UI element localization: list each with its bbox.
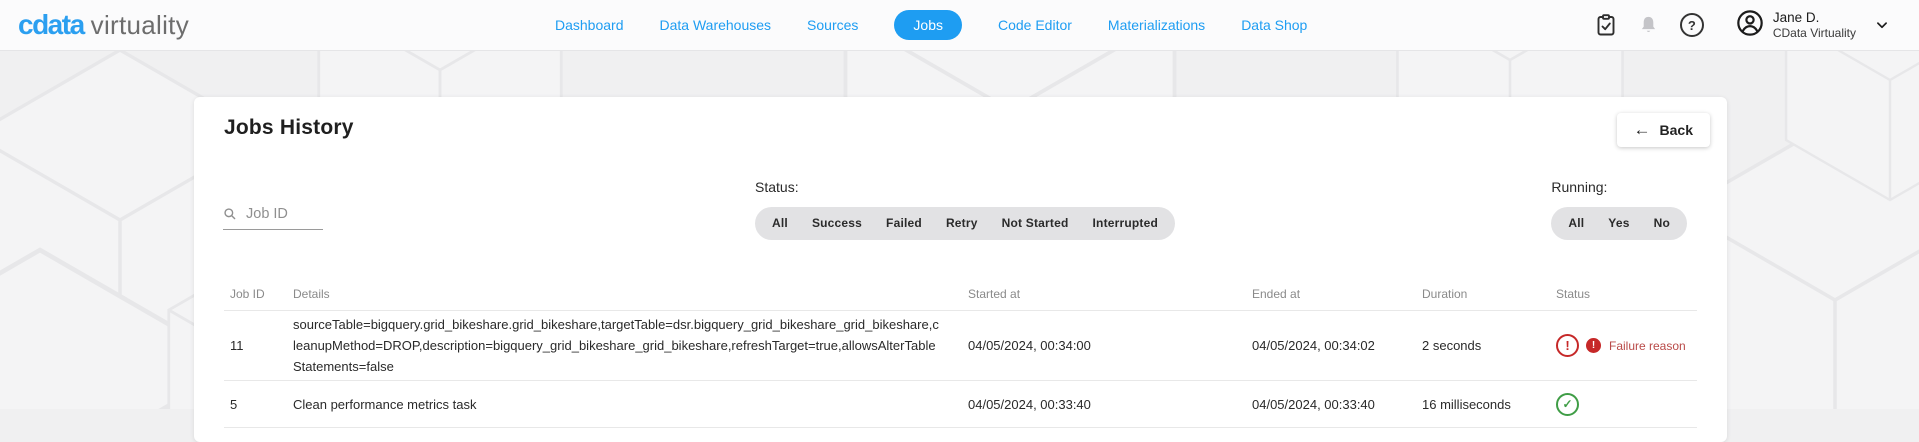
table-body: 11 sourceTable=bigquery.grid_bikeshare.g… xyxy=(194,311,1727,428)
cell-duration: 2 seconds xyxy=(1422,338,1556,353)
cell-details: Clean performance metrics task xyxy=(293,391,968,418)
status-option-failed[interactable]: Failed xyxy=(874,207,934,240)
col-header-details: Details xyxy=(293,287,968,301)
running-filter-group: AllYesNo xyxy=(1551,207,1687,240)
col-header-status: Status xyxy=(1556,287,1697,301)
table-row[interactable]: 5 Clean performance metrics task 04/05/2… xyxy=(224,381,1697,428)
table-header: Job ID Details Started at Ended at Durat… xyxy=(224,277,1697,311)
cell-status: ! ! Failure reason xyxy=(1556,334,1697,357)
nav-tab-dashboard[interactable]: Dashboard xyxy=(555,17,624,33)
search-icon xyxy=(223,207,237,221)
user-name: Jane D. xyxy=(1773,10,1856,26)
cell-ended-at: 04/05/2024, 00:33:40 xyxy=(1252,397,1422,412)
page-title: Jobs History xyxy=(224,113,354,140)
nav-tab-data-shop[interactable]: Data Shop xyxy=(1241,17,1307,33)
filters-row: Status: AllSuccessFailedRetryNot Started… xyxy=(194,157,1727,255)
running-option-no[interactable]: No xyxy=(1642,207,1682,240)
app-logo[interactable]: cdata virtuality xyxy=(18,9,189,41)
job-id-input[interactable] xyxy=(244,205,328,223)
error-outline-icon[interactable]: ! xyxy=(1556,334,1579,357)
status-option-not-started[interactable]: Not Started xyxy=(990,207,1081,240)
cell-started-at: 04/05/2024, 00:34:00 xyxy=(968,338,1252,353)
avatar-icon xyxy=(1736,9,1764,42)
nav-tab-data-warehouses[interactable]: Data Warehouses xyxy=(660,17,772,33)
cell-job-id: 5 xyxy=(224,397,293,412)
cell-status: ✓ xyxy=(1556,393,1697,416)
col-header-duration: Duration xyxy=(1422,287,1556,301)
col-header-job-id: Job ID xyxy=(224,287,293,301)
notifications-bell-icon[interactable] xyxy=(1636,12,1662,38)
chevron-down-icon[interactable] xyxy=(1873,16,1891,34)
cell-details: sourceTable=bigquery.grid_bikeshare.grid… xyxy=(293,311,968,380)
nav-tab-materializations[interactable]: Materializations xyxy=(1108,17,1205,33)
logo-cdata: cdata xyxy=(18,9,84,41)
cell-duration: 16 milliseconds xyxy=(1422,397,1556,412)
nav-tab-sources[interactable]: Sources xyxy=(807,17,858,33)
tasks-clipboard-icon[interactable] xyxy=(1593,12,1619,38)
back-label: Back xyxy=(1660,122,1693,138)
error-filled-icon[interactable]: ! xyxy=(1586,338,1601,353)
status-option-all[interactable]: All xyxy=(760,207,800,240)
help-glyph: ? xyxy=(1688,18,1696,33)
status-filter-group: AllSuccessFailedRetryNot StartedInterrup… xyxy=(755,207,1175,240)
status-option-retry[interactable]: Retry xyxy=(934,207,990,240)
cell-ended-at: 04/05/2024, 00:34:02 xyxy=(1252,338,1422,353)
running-option-all[interactable]: All xyxy=(1556,207,1596,240)
cell-started-at: 04/05/2024, 00:33:40 xyxy=(968,397,1252,412)
user-menu[interactable]: Jane D. CData Virtuality xyxy=(1736,9,1891,42)
table-row[interactable]: 11 sourceTable=bigquery.grid_bikeshare.g… xyxy=(224,311,1697,381)
cell-job-id: 11 xyxy=(224,338,293,353)
job-id-search-field[interactable] xyxy=(223,203,323,230)
help-icon[interactable]: ? xyxy=(1679,12,1705,38)
back-button[interactable]: ← Back xyxy=(1617,113,1710,147)
running-filter-label: Running: xyxy=(1551,179,1687,195)
failure-reason-label[interactable]: Failure reason xyxy=(1609,339,1686,353)
status-filter-label: Status: xyxy=(755,179,1175,195)
jobs-history-card: Jobs History ← Back Status: AllSuccessFa… xyxy=(194,97,1727,442)
col-header-started-at: Started at xyxy=(968,287,1252,301)
nav-tab-jobs[interactable]: Jobs xyxy=(894,10,962,40)
status-option-interrupted[interactable]: Interrupted xyxy=(1081,207,1171,240)
success-check-icon: ✓ xyxy=(1556,393,1579,416)
nav-tab-code-editor[interactable]: Code Editor xyxy=(998,17,1072,33)
col-header-ended-at: Ended at xyxy=(1252,287,1422,301)
logo-virtuality: virtuality xyxy=(91,10,189,41)
main-nav: Dashboard Data Warehouses Sources Jobs Code … xyxy=(555,0,1307,50)
back-arrow-icon: ← xyxy=(1634,123,1651,137)
user-org: CData Virtuality xyxy=(1773,26,1856,40)
top-bar: cdata virtuality Dashboard Data Warehouse… xyxy=(0,0,1919,51)
status-option-success[interactable]: Success xyxy=(800,207,874,240)
running-option-yes[interactable]: Yes xyxy=(1596,207,1641,240)
topbar-actions: ? Jane D. CData Virtuality xyxy=(1593,0,1891,50)
